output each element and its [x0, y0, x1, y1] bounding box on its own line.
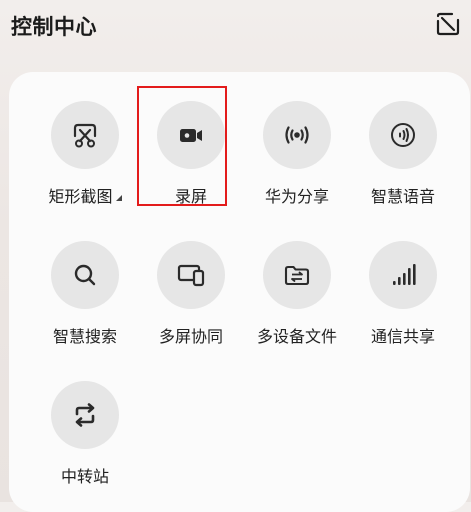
tile-icon-circle [157, 101, 225, 169]
signal-bars-icon [393, 264, 416, 285]
search-icon [74, 264, 96, 286]
tile-icon-circle [369, 101, 437, 169]
tile-screen-record[interactable]: 录屏 [137, 81, 245, 206]
expand-corner-icon [115, 195, 122, 201]
multi-screen-icon [177, 264, 205, 287]
edit-icon [436, 12, 460, 36]
edit-button[interactable] [433, 9, 463, 39]
screen-record-camera-icon [180, 129, 202, 142]
tile-label: 通信共享 [370, 327, 435, 346]
tile-screenshot[interactable]: 矩形截图 [31, 81, 139, 206]
screenshot-scissors-icon [73, 123, 97, 148]
multi-device-folder-icon [284, 265, 310, 286]
tile-label: 多设备文件 [256, 327, 337, 346]
tile-transfer-station[interactable]: 中转站 [31, 361, 139, 486]
huawei-share-icon [285, 126, 309, 144]
tile-icon-circle [263, 101, 331, 169]
control-center-header: 控制中心 [0, 0, 471, 52]
transfer-station-icon [75, 403, 95, 427]
page-title: 控制中心 [11, 15, 97, 39]
tile-smart-search[interactable]: 智慧搜索 [31, 221, 139, 346]
tile-icon-circle [263, 241, 331, 309]
tile-multi-screen[interactable]: 多屏协同 [137, 221, 245, 346]
tile-label: 华为分享 [264, 187, 329, 206]
tile-icon-circle [51, 381, 119, 449]
tile-icon-circle [51, 101, 119, 169]
tile-smart-voice[interactable]: 智慧语音 [349, 81, 457, 206]
shortcut-panel: 矩形截图 录屏 华为分享 智慧语音 智慧搜索 多屏协同 多设备文件 通信共享 中… [9, 72, 470, 512]
tile-label: 智慧语音 [370, 187, 435, 206]
tile-label: 智慧搜索 [52, 327, 117, 346]
smart-voice-icon [391, 123, 415, 147]
tile-huawei-share[interactable]: 华为分享 [243, 81, 351, 206]
tile-label: 多屏协同 [158, 327, 223, 346]
tile-label: 中转站 [60, 467, 109, 486]
tile-communication-share[interactable]: 通信共享 [349, 221, 457, 346]
tile-icon-circle [157, 241, 225, 309]
tile-label: 录屏 [174, 187, 207, 206]
tile-multi-device-files[interactable]: 多设备文件 [243, 221, 351, 346]
tile-icon-circle [369, 241, 437, 309]
tile-icon-circle [51, 241, 119, 309]
tile-label: 矩形截图 [27, 183, 143, 207]
